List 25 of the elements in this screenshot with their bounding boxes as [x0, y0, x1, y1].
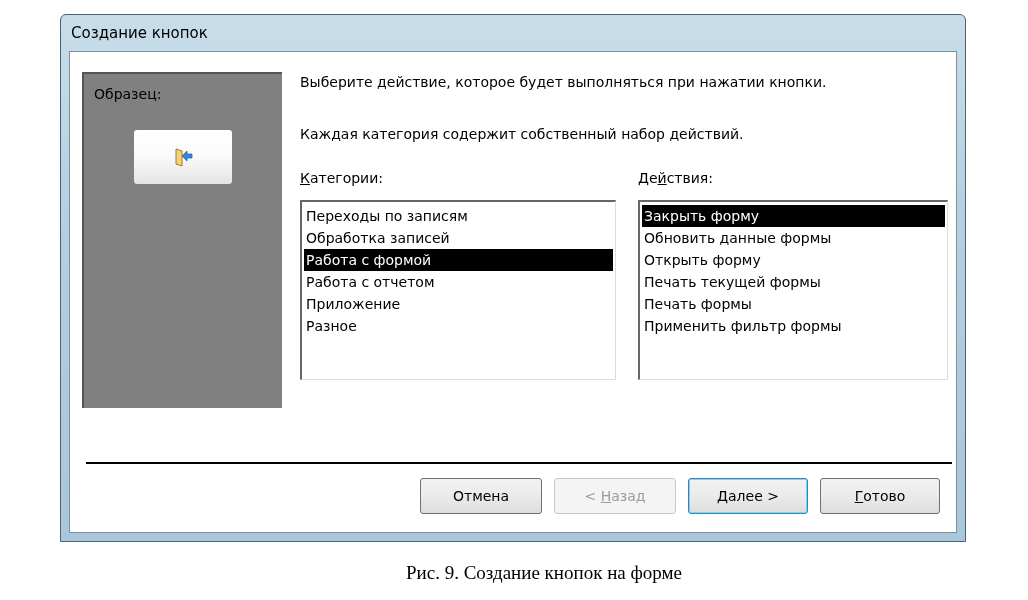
list-item[interactable]: Печать текущей формы	[642, 271, 945, 293]
door-arrow-icon	[173, 147, 193, 167]
list-item[interactable]: Работа с отчетом	[304, 271, 613, 293]
list-item[interactable]: Печать формы	[642, 293, 945, 315]
figure-caption: Рис. 9. Создание кнопок на форме	[405, 562, 683, 584]
list-item[interactable]: Переходы по записям	[304, 205, 613, 227]
list-item[interactable]: Закрыть форму	[642, 205, 945, 227]
list-item[interactable]: Приложение	[304, 293, 613, 315]
list-box[interactable]: Переходы по записям Обработка записей Работа с формой Работа с отчетом Приложение Разное	[300, 200, 616, 380]
dialog-button[interactable]: Отмена	[420, 478, 542, 514]
list-item[interactable]: Обновить данные формы	[642, 227, 945, 249]
instruction-text: Каждая категория содержит собственный набор действий.	[300, 126, 745, 142]
window-title: Создание кнопок	[70, 23, 209, 44]
list-box[interactable]: Закрыть форму Обновить данные формы Открыть форму Печать текущей формы Печать формы Применить фильтр формы	[638, 200, 948, 380]
sample-label: Образец:	[93, 86, 162, 102]
instruction-text: Выберите действие, которое будет выполняться при нажатии кнопки.	[300, 74, 828, 90]
list-label: Категории:	[300, 170, 385, 186]
list-item[interactable]: Открыть форму	[642, 249, 945, 271]
list-item[interactable]: Работа с формой	[304, 249, 613, 271]
list-item[interactable]: Обработка записей	[304, 227, 613, 249]
dialog-button[interactable]: Готово	[820, 478, 940, 514]
list-item[interactable]: Применить фильтр формы	[642, 315, 945, 337]
list-label: Действия:	[638, 170, 714, 186]
dialog-button[interactable]: Далее >	[688, 478, 808, 514]
list-item[interactable]: Разное	[304, 315, 613, 337]
